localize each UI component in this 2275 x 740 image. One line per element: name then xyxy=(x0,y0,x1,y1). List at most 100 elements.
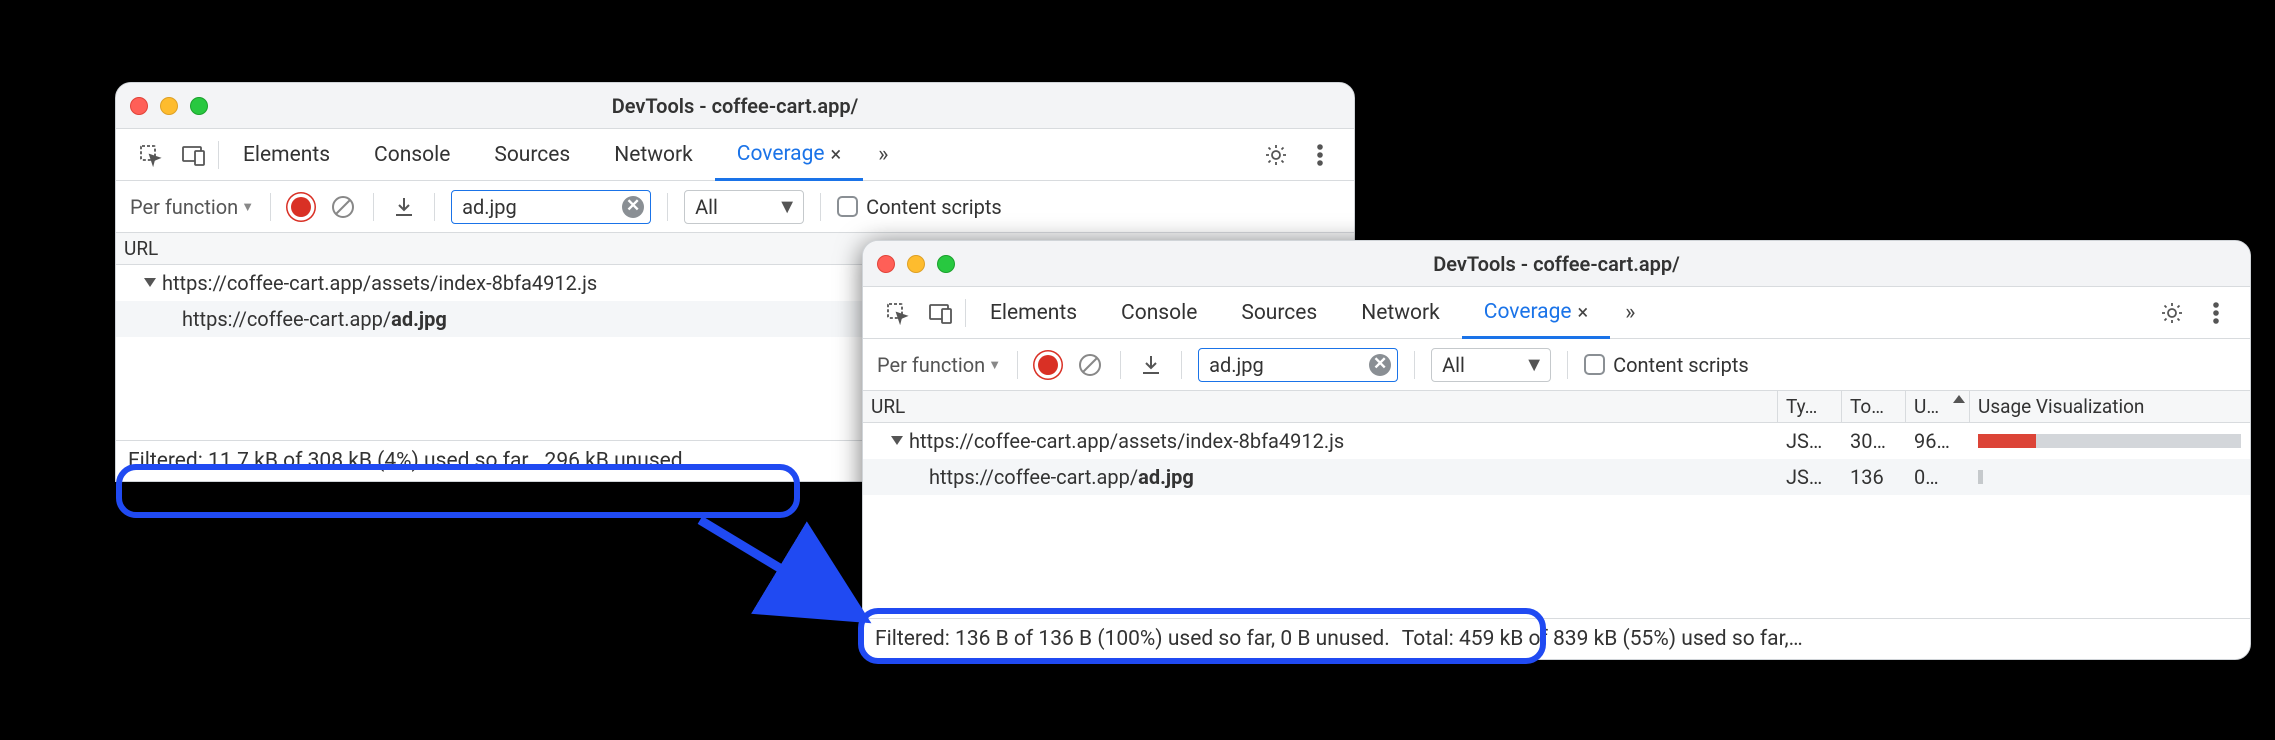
clear-button[interactable] xyxy=(1076,351,1104,379)
granularity-label: Per function xyxy=(877,353,985,377)
url-filter-input[interactable]: ad.jpg ✕ xyxy=(451,190,651,224)
separator xyxy=(667,193,668,221)
status-bar: Filtered: 136 B of 136 B (100%) used so … xyxy=(863,618,2250,659)
device-toolbar-icon[interactable] xyxy=(919,287,963,338)
minimize-icon[interactable] xyxy=(160,97,178,115)
type-filter-select[interactable]: All▼ xyxy=(684,190,804,224)
cell-unused: 96… xyxy=(1906,423,1970,459)
type-filter-select[interactable]: All▼ xyxy=(1431,348,1551,382)
more-tabs-icon[interactable]: » xyxy=(863,129,903,180)
col-viz[interactable]: Usage Visualization xyxy=(1970,391,2250,422)
titlebar[interactable]: DevTools - coffee-cart.app/ xyxy=(116,83,1354,129)
content-scripts-checkbox[interactable]: Content scripts xyxy=(837,195,1002,219)
zoom-icon[interactable] xyxy=(190,97,208,115)
cell-type: JS… xyxy=(1778,423,1842,459)
tab-console[interactable]: Console xyxy=(1099,287,1219,338)
export-icon[interactable] xyxy=(1137,351,1165,379)
gear-icon[interactable] xyxy=(2150,287,2194,338)
chevron-down-icon[interactable] xyxy=(891,436,903,445)
record-icon xyxy=(291,197,311,217)
tab-sources[interactable]: Sources xyxy=(472,129,592,180)
url-match: ad.jpg xyxy=(1138,465,1194,489)
status-rest: 296 kB unused. xyxy=(545,449,689,473)
url-match: ad.jpg xyxy=(391,307,447,331)
inspect-icon[interactable] xyxy=(875,287,919,338)
titlebar[interactable]: DevTools - coffee-cart.app/ xyxy=(863,241,2250,287)
coverage-rows: https://coffee-cart.app/assets/index-8bf… xyxy=(863,423,2250,618)
device-toolbar-icon[interactable] xyxy=(172,129,216,180)
cell-viz xyxy=(1970,423,2250,459)
minimize-icon[interactable] xyxy=(907,255,925,273)
separator xyxy=(1181,351,1182,379)
table-row[interactable]: https://coffee-cart.app/assets/index-8bf… xyxy=(863,423,2250,459)
tab-coverage[interactable]: Coverage × xyxy=(715,130,863,181)
url-filter-value: ad.jpg xyxy=(1209,353,1369,377)
more-tabs-icon[interactable]: » xyxy=(1610,287,1650,338)
col-url[interactable]: URL xyxy=(863,391,1778,422)
traffic-lights xyxy=(877,255,955,273)
url-filter-value: ad.jpg xyxy=(462,195,622,219)
type-filter-label: All xyxy=(1442,353,1465,377)
tab-elements[interactable]: Elements xyxy=(968,287,1099,338)
separator xyxy=(270,193,271,221)
col-type[interactable]: Ty… xyxy=(1778,391,1842,422)
tab-sources[interactable]: Sources xyxy=(1219,287,1339,338)
record-button[interactable] xyxy=(1034,351,1062,379)
close-tab-icon[interactable]: × xyxy=(831,142,842,166)
granularity-select[interactable]: Per function▼ xyxy=(130,195,254,219)
inspect-icon[interactable] xyxy=(128,129,172,180)
table-row[interactable]: https://coffee-cart.app/ad.jpg JS… 136 0… xyxy=(863,459,2250,495)
tab-coverage[interactable]: Coverage × xyxy=(1462,288,1610,339)
record-icon xyxy=(1038,355,1058,375)
tab-coverage-label: Coverage xyxy=(1484,300,1572,324)
separator xyxy=(434,193,435,221)
traffic-lights xyxy=(130,97,208,115)
separator xyxy=(1414,351,1415,379)
gear-icon[interactable] xyxy=(1254,129,1298,180)
column-headers: URL Ty… To… U… Usage Visualization xyxy=(863,391,2250,423)
url-text: https://coffee-cart.app/assets/index-8bf… xyxy=(162,271,597,295)
clear-button[interactable] xyxy=(329,193,357,221)
url-prefix: https://coffee-cart.app/ xyxy=(929,465,1138,489)
cell-viz xyxy=(1970,459,2250,495)
cell-type: JS… xyxy=(1778,459,1842,495)
close-tab-icon[interactable]: × xyxy=(1578,300,1589,324)
content-scripts-checkbox[interactable]: Content scripts xyxy=(1584,353,1749,377)
export-icon[interactable] xyxy=(390,193,418,221)
panel-tabs: Elements Console Sources Network Coverag… xyxy=(116,129,1354,181)
cell-total: 30… xyxy=(1842,423,1906,459)
separator xyxy=(1567,351,1568,379)
tab-coverage-label: Coverage xyxy=(737,142,825,166)
separator xyxy=(965,299,966,327)
tab-console[interactable]: Console xyxy=(352,129,472,180)
separator xyxy=(1017,351,1018,379)
col-total[interactable]: To… xyxy=(1842,391,1906,422)
granularity-select[interactable]: Per function▼ xyxy=(877,353,1001,377)
status-total: Total: 459 kB of 839 kB (55%) used so fa… xyxy=(1402,627,1803,651)
url-filter-input[interactable]: ad.jpg ✕ xyxy=(1198,348,1398,382)
separator xyxy=(1120,351,1121,379)
tab-elements[interactable]: Elements xyxy=(221,129,352,180)
tab-network[interactable]: Network xyxy=(592,129,715,180)
checkbox-icon xyxy=(1584,354,1605,375)
window-title: DevTools - coffee-cart.app/ xyxy=(863,252,2250,276)
separator xyxy=(373,193,374,221)
status-filtered: Filtered: 11.7 kB of 308 kB (4%) used so… xyxy=(128,449,529,473)
kebab-menu-icon[interactable] xyxy=(1298,129,1342,180)
status-filtered: Filtered: 136 B of 136 B (100%) used so … xyxy=(875,627,1390,651)
kebab-menu-icon[interactable] xyxy=(2194,287,2238,338)
record-button[interactable] xyxy=(287,193,315,221)
col-unused[interactable]: U… xyxy=(1906,391,1970,422)
cell-unused: 0… xyxy=(1906,459,1970,495)
chevron-down-icon[interactable] xyxy=(144,278,156,287)
close-icon[interactable] xyxy=(130,97,148,115)
window-title: DevTools - coffee-cart.app/ xyxy=(116,94,1354,118)
coverage-toolbar: Per function▼ ad.jpg ✕ All▼ Content scri… xyxy=(863,339,2250,391)
clear-filter-icon[interactable]: ✕ xyxy=(1369,354,1391,376)
type-filter-label: All xyxy=(695,195,718,219)
tab-network[interactable]: Network xyxy=(1339,287,1462,338)
close-icon[interactable] xyxy=(877,255,895,273)
zoom-icon[interactable] xyxy=(937,255,955,273)
checkbox-icon xyxy=(837,196,858,217)
clear-filter-icon[interactable]: ✕ xyxy=(622,196,644,218)
